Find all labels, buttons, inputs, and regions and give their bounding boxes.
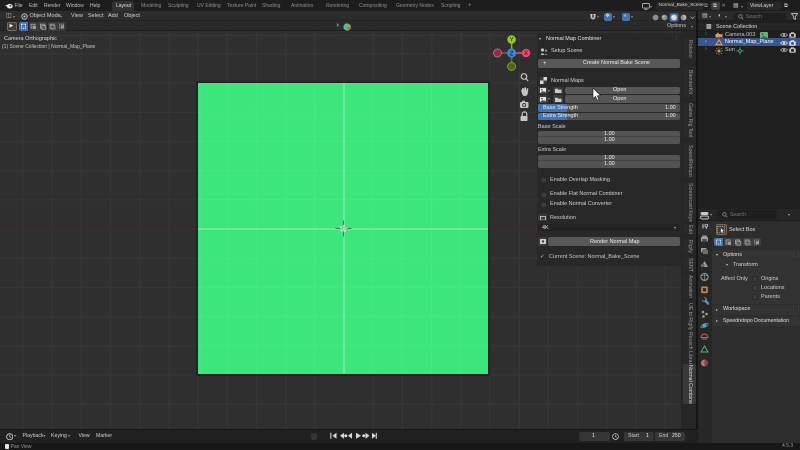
svg-text:X: X bbox=[524, 51, 528, 57]
svg-text:Y: Y bbox=[510, 38, 514, 44]
svg-text:Z: Z bbox=[510, 51, 514, 57]
